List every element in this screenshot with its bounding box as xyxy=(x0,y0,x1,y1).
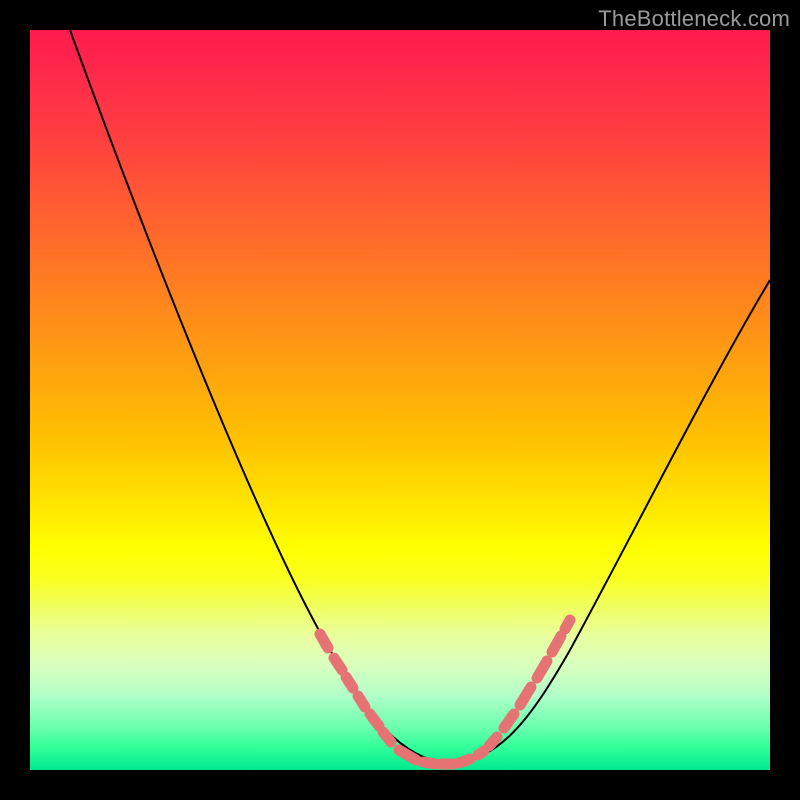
marker-segment xyxy=(370,714,379,726)
marker-segment xyxy=(334,658,342,670)
marker-segment xyxy=(478,751,484,755)
curve-markers xyxy=(320,620,570,764)
marker-segment xyxy=(504,714,514,728)
plot-area xyxy=(30,30,770,770)
watermark-text: TheBottleneck.com xyxy=(598,6,790,32)
marker-segment xyxy=(552,636,561,652)
marker-segment xyxy=(320,634,328,648)
marker-segment xyxy=(346,677,353,688)
marker-segment xyxy=(383,732,391,742)
marker-segment xyxy=(565,620,570,629)
marker-segment xyxy=(459,759,470,763)
marker-segment xyxy=(358,696,365,707)
marker-segment xyxy=(489,737,497,746)
marker-segment xyxy=(423,762,436,764)
bottleneck-curve xyxy=(70,30,770,764)
chart-svg xyxy=(30,30,770,770)
marker-segment xyxy=(537,661,547,678)
marker-segment xyxy=(520,687,531,705)
